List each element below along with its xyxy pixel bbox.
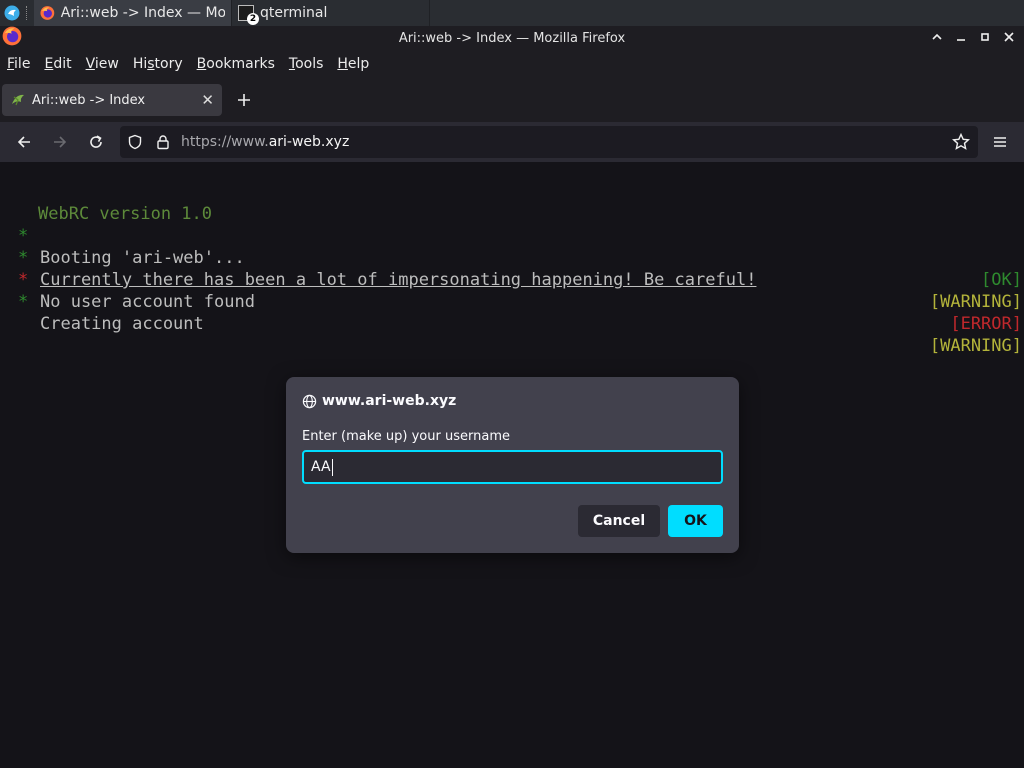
- taskbar-task-label: qterminal: [260, 5, 328, 21]
- url-bar[interactable]: https://www.ari-web.xyz: [120, 126, 978, 158]
- username-input-value: AA: [311, 459, 331, 475]
- tab-close-icon[interactable]: ✕: [201, 91, 214, 109]
- menu-view[interactable]: View: [86, 56, 119, 72]
- console-line: * No user account found [ERROR]: [0, 247, 1024, 334]
- forward-button[interactable]: [49, 131, 71, 153]
- app-launcher-icon[interactable]: [4, 5, 20, 21]
- dialog-origin: www.ari-web.xyz: [302, 393, 456, 409]
- console-line: * Booting 'ari-web'... [OK]: [0, 203, 1024, 290]
- star-icon: [952, 133, 970, 150]
- menu-edit[interactable]: Edit: [44, 56, 71, 72]
- taskbar-task-firefox[interactable]: Ari::web -> Index — Mo...: [34, 0, 232, 26]
- task-count-badge: 2: [247, 13, 259, 25]
- console-header-line: WebRC version 1.0: [0, 181, 1024, 224]
- console-message: Creating account: [40, 314, 204, 334]
- window-restore-button[interactable]: [952, 28, 970, 46]
- menu-tools[interactable]: Tools: [289, 56, 324, 72]
- hamburger-menu-icon: [994, 137, 1006, 147]
- plus-icon: [238, 94, 250, 106]
- window-maximize-button[interactable]: [976, 28, 994, 46]
- ok-button[interactable]: OK: [668, 505, 723, 537]
- minimize-icon: [957, 39, 965, 41]
- console-message: No user account found: [40, 292, 255, 312]
- close-icon: [1004, 32, 1014, 42]
- window-minimize-button[interactable]: [928, 28, 946, 46]
- taskbar-separator: [26, 6, 28, 20]
- new-tab-button[interactable]: [234, 88, 254, 112]
- status-badge: [ERROR]: [950, 314, 1022, 334]
- arrow-right-icon: [54, 136, 67, 148]
- url-text: https://www.ari-web.xyz: [181, 134, 350, 150]
- os-taskbar: Ari::web -> Index — Mo... 2 qterminal: [0, 0, 1024, 26]
- bookmark-star-button[interactable]: [950, 131, 972, 153]
- maximize-icon: [981, 33, 989, 41]
- dialog-origin-text: www.ari-web.xyz: [322, 393, 457, 409]
- globe-icon: [302, 394, 317, 408]
- menu-history[interactable]: History: [133, 56, 183, 72]
- back-button[interactable]: [13, 131, 35, 153]
- window-titlebar: Ari::web -> Index — Mozilla Firefox: [0, 26, 1024, 50]
- menu-file[interactable]: File: [7, 56, 30, 72]
- taskbar-task-label: Ari::web -> Index — Mo...: [60, 5, 225, 21]
- window-close-button[interactable]: [1000, 28, 1018, 46]
- tab-strip: Ari::web -> Index ✕: [0, 78, 1024, 122]
- console-line: * Creating account [WARNING]: [0, 269, 1024, 356]
- text-caret: [331, 458, 333, 476]
- lock-icon[interactable]: [155, 134, 171, 150]
- status-badge: [WARNING]: [929, 292, 1022, 312]
- reload-icon: [90, 135, 102, 148]
- arrow-left-icon: [17, 136, 30, 148]
- menu-help[interactable]: Help: [337, 56, 369, 72]
- tab-label: Ari::web -> Index: [32, 92, 146, 108]
- cancel-button[interactable]: Cancel: [578, 505, 660, 537]
- console-bullet: *: [18, 292, 29, 312]
- status-badge: [WARNING]: [929, 336, 1022, 356]
- username-input[interactable]: AA: [302, 450, 723, 484]
- menu-bookmarks[interactable]: Bookmarks: [197, 56, 275, 72]
- app-menu-button[interactable]: [989, 131, 1011, 153]
- terminal-icon: 2: [238, 5, 259, 25]
- username-prompt-dialog: www.ari-web.xyz Enter (make up) your use…: [286, 377, 739, 553]
- tab-ari-web-index[interactable]: Ari::web -> Index ✕: [2, 84, 222, 116]
- firefox-icon: [40, 6, 55, 20]
- console-line: * Currently there has been a lot of impe…: [0, 225, 1024, 312]
- window-title: Ari::web -> Index — Mozilla Firefox: [398, 30, 626, 46]
- menu-bar: File Edit View History Bookmarks Tools H…: [0, 50, 1024, 78]
- taskbar-task-qterminal[interactable]: 2 qterminal: [232, 0, 430, 26]
- site-favicon-icon: [12, 94, 24, 106]
- navigation-toolbar: https://www.ari-web.xyz: [0, 122, 1024, 162]
- chevron-up-icon: [932, 33, 942, 40]
- dialog-prompt: Enter (make up) your username: [302, 429, 510, 444]
- shield-icon[interactable]: [127, 134, 143, 150]
- reload-button[interactable]: [85, 131, 107, 153]
